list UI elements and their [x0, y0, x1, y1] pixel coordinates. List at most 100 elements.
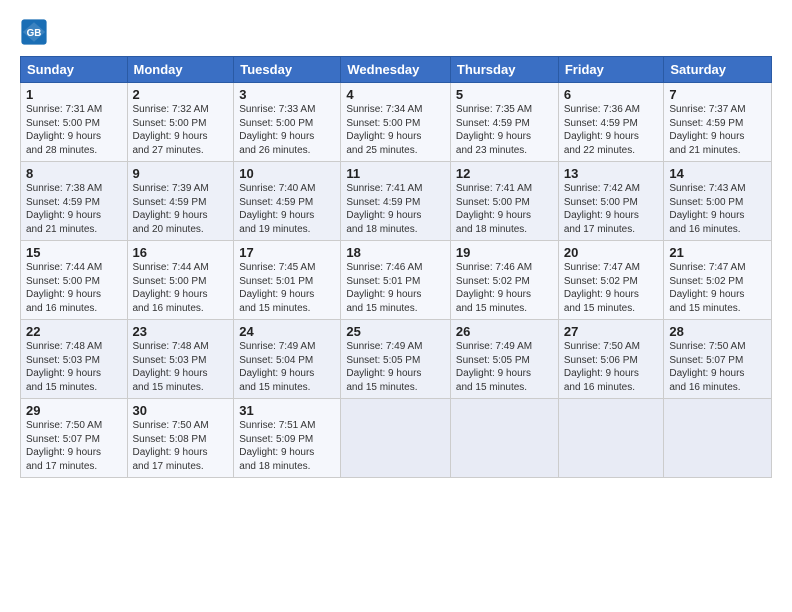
calendar-header-friday: Friday [558, 57, 664, 83]
calendar-header-monday: Monday [127, 57, 234, 83]
logo-icon: GB [20, 18, 48, 46]
calendar-cell: 14Sunrise: 7:43 AM Sunset: 5:00 PM Dayli… [664, 162, 772, 241]
calendar-cell: 4Sunrise: 7:34 AM Sunset: 5:00 PM Daylig… [341, 83, 451, 162]
calendar-cell: 1Sunrise: 7:31 AM Sunset: 5:00 PM Daylig… [21, 83, 128, 162]
calendar-cell: 17Sunrise: 7:45 AM Sunset: 5:01 PM Dayli… [234, 241, 341, 320]
day-info: Sunrise: 7:40 AM Sunset: 4:59 PM Dayligh… [239, 182, 335, 236]
day-info: Sunrise: 7:49 AM Sunset: 5:05 PM Dayligh… [346, 340, 445, 394]
calendar-cell: 5Sunrise: 7:35 AM Sunset: 4:59 PM Daylig… [450, 83, 558, 162]
calendar-cell [341, 399, 451, 478]
day-number: 28 [669, 324, 766, 339]
day-info: Sunrise: 7:35 AM Sunset: 4:59 PM Dayligh… [456, 103, 553, 157]
day-number: 19 [456, 245, 553, 260]
calendar-cell: 29Sunrise: 7:50 AM Sunset: 5:07 PM Dayli… [21, 399, 128, 478]
day-number: 18 [346, 245, 445, 260]
day-info: Sunrise: 7:46 AM Sunset: 5:01 PM Dayligh… [346, 261, 445, 315]
calendar-cell: 12Sunrise: 7:41 AM Sunset: 5:00 PM Dayli… [450, 162, 558, 241]
day-info: Sunrise: 7:32 AM Sunset: 5:00 PM Dayligh… [133, 103, 229, 157]
calendar-header-tuesday: Tuesday [234, 57, 341, 83]
calendar-cell: 3Sunrise: 7:33 AM Sunset: 5:00 PM Daylig… [234, 83, 341, 162]
calendar-week-2: 8Sunrise: 7:38 AM Sunset: 4:59 PM Daylig… [21, 162, 772, 241]
calendar-cell: 9Sunrise: 7:39 AM Sunset: 4:59 PM Daylig… [127, 162, 234, 241]
day-info: Sunrise: 7:43 AM Sunset: 5:00 PM Dayligh… [669, 182, 766, 236]
day-info: Sunrise: 7:48 AM Sunset: 5:03 PM Dayligh… [133, 340, 229, 394]
calendar-cell: 30Sunrise: 7:50 AM Sunset: 5:08 PM Dayli… [127, 399, 234, 478]
calendar-cell: 15Sunrise: 7:44 AM Sunset: 5:00 PM Dayli… [21, 241, 128, 320]
calendar-cell: 21Sunrise: 7:47 AM Sunset: 5:02 PM Dayli… [664, 241, 772, 320]
calendar-cell: 13Sunrise: 7:42 AM Sunset: 5:00 PM Dayli… [558, 162, 664, 241]
day-info: Sunrise: 7:44 AM Sunset: 5:00 PM Dayligh… [133, 261, 229, 315]
page: GB SundayMondayTuesdayWednesdayThursdayF… [0, 0, 792, 488]
day-number: 26 [456, 324, 553, 339]
day-info: Sunrise: 7:46 AM Sunset: 5:02 PM Dayligh… [456, 261, 553, 315]
day-number: 30 [133, 403, 229, 418]
day-number: 22 [26, 324, 122, 339]
calendar-cell: 11Sunrise: 7:41 AM Sunset: 4:59 PM Dayli… [341, 162, 451, 241]
day-info: Sunrise: 7:50 AM Sunset: 5:07 PM Dayligh… [26, 419, 122, 473]
day-number: 1 [26, 87, 122, 102]
day-number: 2 [133, 87, 229, 102]
day-number: 21 [669, 245, 766, 260]
day-info: Sunrise: 7:48 AM Sunset: 5:03 PM Dayligh… [26, 340, 122, 394]
calendar-cell: 25Sunrise: 7:49 AM Sunset: 5:05 PM Dayli… [341, 320, 451, 399]
calendar-cell: 18Sunrise: 7:46 AM Sunset: 5:01 PM Dayli… [341, 241, 451, 320]
calendar-cell: 28Sunrise: 7:50 AM Sunset: 5:07 PM Dayli… [664, 320, 772, 399]
day-number: 7 [669, 87, 766, 102]
day-number: 11 [346, 166, 445, 181]
day-number: 24 [239, 324, 335, 339]
header: GB [20, 18, 772, 46]
day-info: Sunrise: 7:45 AM Sunset: 5:01 PM Dayligh… [239, 261, 335, 315]
day-info: Sunrise: 7:44 AM Sunset: 5:00 PM Dayligh… [26, 261, 122, 315]
calendar-cell: 22Sunrise: 7:48 AM Sunset: 5:03 PM Dayli… [21, 320, 128, 399]
calendar-header-row: SundayMondayTuesdayWednesdayThursdayFrid… [21, 57, 772, 83]
day-number: 3 [239, 87, 335, 102]
day-number: 12 [456, 166, 553, 181]
day-info: Sunrise: 7:37 AM Sunset: 4:59 PM Dayligh… [669, 103, 766, 157]
day-number: 15 [26, 245, 122, 260]
day-info: Sunrise: 7:36 AM Sunset: 4:59 PM Dayligh… [564, 103, 659, 157]
calendar-cell: 24Sunrise: 7:49 AM Sunset: 5:04 PM Dayli… [234, 320, 341, 399]
day-number: 31 [239, 403, 335, 418]
calendar-week-5: 29Sunrise: 7:50 AM Sunset: 5:07 PM Dayli… [21, 399, 772, 478]
calendar-cell: 23Sunrise: 7:48 AM Sunset: 5:03 PM Dayli… [127, 320, 234, 399]
calendar-cell: 19Sunrise: 7:46 AM Sunset: 5:02 PM Dayli… [450, 241, 558, 320]
calendar-header-sunday: Sunday [21, 57, 128, 83]
calendar-cell: 20Sunrise: 7:47 AM Sunset: 5:02 PM Dayli… [558, 241, 664, 320]
day-number: 29 [26, 403, 122, 418]
calendar-cell: 16Sunrise: 7:44 AM Sunset: 5:00 PM Dayli… [127, 241, 234, 320]
day-info: Sunrise: 7:50 AM Sunset: 5:06 PM Dayligh… [564, 340, 659, 394]
day-info: Sunrise: 7:47 AM Sunset: 5:02 PM Dayligh… [564, 261, 659, 315]
day-number: 5 [456, 87, 553, 102]
calendar-week-4: 22Sunrise: 7:48 AM Sunset: 5:03 PM Dayli… [21, 320, 772, 399]
day-info: Sunrise: 7:34 AM Sunset: 5:00 PM Dayligh… [346, 103, 445, 157]
calendar-week-1: 1Sunrise: 7:31 AM Sunset: 5:00 PM Daylig… [21, 83, 772, 162]
day-info: Sunrise: 7:41 AM Sunset: 4:59 PM Dayligh… [346, 182, 445, 236]
day-info: Sunrise: 7:51 AM Sunset: 5:09 PM Dayligh… [239, 419, 335, 473]
day-info: Sunrise: 7:38 AM Sunset: 4:59 PM Dayligh… [26, 182, 122, 236]
calendar-cell [558, 399, 664, 478]
day-number: 20 [564, 245, 659, 260]
day-number: 8 [26, 166, 122, 181]
day-info: Sunrise: 7:50 AM Sunset: 5:08 PM Dayligh… [133, 419, 229, 473]
calendar-cell: 31Sunrise: 7:51 AM Sunset: 5:09 PM Dayli… [234, 399, 341, 478]
calendar-cell: 8Sunrise: 7:38 AM Sunset: 4:59 PM Daylig… [21, 162, 128, 241]
day-info: Sunrise: 7:50 AM Sunset: 5:07 PM Dayligh… [669, 340, 766, 394]
day-info: Sunrise: 7:49 AM Sunset: 5:04 PM Dayligh… [239, 340, 335, 394]
day-number: 6 [564, 87, 659, 102]
day-info: Sunrise: 7:31 AM Sunset: 5:00 PM Dayligh… [26, 103, 122, 157]
calendar-header-thursday: Thursday [450, 57, 558, 83]
calendar-header-wednesday: Wednesday [341, 57, 451, 83]
calendar-table: SundayMondayTuesdayWednesdayThursdayFrid… [20, 56, 772, 478]
day-number: 27 [564, 324, 659, 339]
calendar-cell [450, 399, 558, 478]
calendar-cell: 6Sunrise: 7:36 AM Sunset: 4:59 PM Daylig… [558, 83, 664, 162]
svg-text:GB: GB [27, 28, 42, 39]
calendar-cell: 10Sunrise: 7:40 AM Sunset: 4:59 PM Dayli… [234, 162, 341, 241]
calendar-week-3: 15Sunrise: 7:44 AM Sunset: 5:00 PM Dayli… [21, 241, 772, 320]
calendar-cell: 7Sunrise: 7:37 AM Sunset: 4:59 PM Daylig… [664, 83, 772, 162]
day-number: 17 [239, 245, 335, 260]
day-number: 13 [564, 166, 659, 181]
calendar-cell: 26Sunrise: 7:49 AM Sunset: 5:05 PM Dayli… [450, 320, 558, 399]
calendar-cell: 2Sunrise: 7:32 AM Sunset: 5:00 PM Daylig… [127, 83, 234, 162]
day-number: 14 [669, 166, 766, 181]
